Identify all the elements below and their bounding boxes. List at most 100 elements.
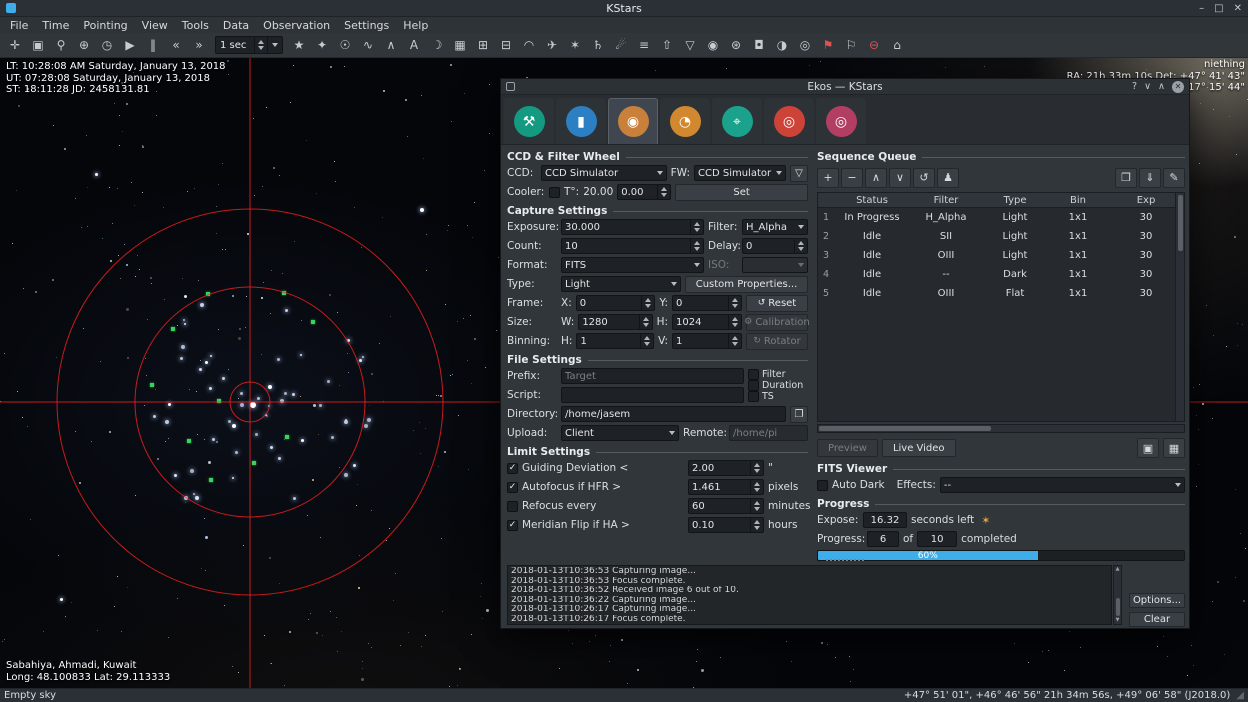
sequence-vscrollbar[interactable] — [1175, 193, 1184, 421]
upload-image-icon[interactable]: ⇧ — [656, 35, 678, 56]
calibration-button[interactable]: ⚙Calibration — [746, 314, 808, 331]
ekos-titlebar[interactable]: Ekos — KStars ? ∨ ∧ ✕ — [501, 79, 1189, 95]
bin-v-spinbox[interactable]: 1 — [672, 333, 742, 349]
limit-spinbox-2[interactable]: 60 — [688, 498, 764, 514]
up-arrow-icon[interactable] — [645, 298, 651, 302]
observatory-icon[interactable]: ⌂ — [886, 35, 908, 56]
sequence-job-row[interactable]: 5IdleOIIIFlat1x130 — [818, 284, 1184, 303]
reset-queue-button[interactable]: ↺ — [913, 168, 935, 188]
timestep-widget[interactable]: 1 sec — [215, 36, 283, 54]
down-arrow-icon[interactable] — [694, 228, 700, 232]
spin-buttons[interactable] — [639, 315, 649, 329]
deep-sky-toggle-icon[interactable]: ✦ — [311, 35, 333, 56]
limit-checkbox-1[interactable] — [507, 482, 518, 493]
custom-properties-button[interactable]: Custom Properties... — [685, 276, 808, 293]
limit-checkbox-3[interactable] — [507, 520, 518, 531]
live-video-button[interactable]: Live Video — [882, 439, 956, 457]
script-input[interactable] — [561, 387, 744, 403]
fullscreen-button[interactable]: ▣ — [1137, 438, 1159, 458]
white-flag-icon[interactable]: ⚐ — [840, 35, 862, 56]
upload-mode-select[interactable]: Client — [561, 425, 679, 441]
up-arrow-icon[interactable] — [754, 520, 760, 524]
directory-input[interactable]: /home/jasem — [561, 406, 786, 422]
spin-buttons[interactable] — [728, 334, 738, 348]
step-backward-icon[interactable]: « — [165, 35, 187, 56]
equatorial-grid-icon[interactable]: ⊞ — [472, 35, 494, 56]
sequence-job-row[interactable]: 2IdleSIILight1x130 — [818, 227, 1184, 246]
observer-button[interactable]: ♟ — [937, 168, 959, 188]
up-arrow-icon[interactable] — [732, 317, 738, 321]
count-spinbox[interactable]: 10 — [561, 238, 704, 254]
scrollbar-thumb[interactable] — [1178, 195, 1183, 251]
observation-list-icon[interactable]: ≡ — [633, 35, 655, 56]
auto-dark-checkbox[interactable] — [817, 480, 828, 491]
tab-guide[interactable]: ◎ — [816, 98, 866, 144]
resize-grip-icon[interactable]: ◢ — [1236, 691, 1244, 701]
minimize-button[interactable]: – — [1199, 3, 1204, 14]
down-arrow-icon[interactable] — [643, 323, 649, 327]
down-arrow-icon[interactable] — [644, 342, 650, 346]
stars-toggle-icon[interactable]: ★ — [288, 35, 310, 56]
filter-manager-button[interactable]: ▽ — [790, 165, 808, 182]
spin-buttons[interactable] — [750, 518, 760, 532]
up-arrow-icon[interactable] — [694, 241, 700, 245]
frame-x-spinbox[interactable]: 0 — [576, 295, 656, 311]
horizon-toggle-icon[interactable]: ◠ — [518, 35, 540, 56]
spin-buttons[interactable] — [794, 239, 804, 253]
set-time-icon[interactable]: ◷ — [96, 35, 118, 56]
menu-data[interactable]: Data — [216, 17, 256, 33]
iso-select[interactable] — [742, 257, 808, 273]
preview-button[interactable]: Preview — [817, 439, 878, 457]
menu-settings[interactable]: Settings — [337, 17, 396, 33]
comets-toggle-icon[interactable]: ☄ — [610, 35, 632, 56]
spin-buttons[interactable] — [728, 315, 738, 329]
scrollbar-thumb[interactable] — [819, 426, 991, 431]
ekos-help-button[interactable]: ? — [1132, 81, 1137, 92]
frame-type-select[interactable]: Light — [561, 276, 681, 292]
set-temperature-button[interactable]: Set — [675, 184, 808, 201]
height-spinbox[interactable]: 1024 — [672, 314, 742, 330]
sequence-hscrollbar[interactable] — [817, 424, 1185, 433]
format-select[interactable]: FITS — [561, 257, 704, 273]
remove-job-button[interactable]: − — [841, 168, 863, 188]
log-scrollbar[interactable]: ▲ ▼ — [1113, 565, 1122, 625]
tab-setup[interactable]: ⚒ — [504, 98, 554, 144]
step-forward-icon[interactable]: » — [188, 35, 210, 56]
limit-spinbox-1[interactable]: 1.461 — [688, 479, 764, 495]
constellation-art-icon[interactable]: ☽ — [426, 35, 448, 56]
find-object-icon[interactable]: ⚲ — [50, 35, 72, 56]
constellation-boundaries-icon[interactable]: ▦ — [449, 35, 471, 56]
down-arrow-icon[interactable] — [754, 507, 760, 511]
up-arrow-icon[interactable] — [798, 241, 804, 245]
menu-tools[interactable]: Tools — [175, 17, 216, 33]
spin-buttons[interactable] — [750, 461, 760, 475]
cooler-checkbox[interactable] — [549, 187, 560, 198]
up-arrow-icon[interactable] — [732, 336, 738, 340]
sequence-table[interactable]: StatusFilterTypeBinExp 1In ProgressH_Alp… — [817, 192, 1185, 422]
constellation-names-icon[interactable]: A — [403, 35, 425, 56]
set-location-icon[interactable]: ⊕ — [73, 35, 95, 56]
temperature-spinbox[interactable]: 0.00 — [617, 184, 671, 200]
down-arrow-icon[interactable] — [754, 526, 760, 530]
close-button[interactable]: ✕ — [1234, 3, 1242, 14]
remove-object-icon[interactable]: ⊖ — [863, 35, 885, 56]
sequence-job-row[interactable]: 3IdleOIIILight1x130 — [818, 246, 1184, 265]
down-arrow-icon[interactable] — [661, 193, 667, 197]
up-arrow-icon[interactable] — [643, 317, 649, 321]
filter-suffix-checkbox[interactable] — [748, 369, 759, 380]
timestep-spin-buttons[interactable] — [254, 37, 267, 53]
spin-buttons[interactable] — [728, 296, 738, 310]
up-arrow-icon[interactable] — [732, 298, 738, 302]
pause-clock-icon[interactable]: ‖ — [142, 35, 164, 56]
up-arrow-icon[interactable] — [754, 463, 760, 467]
menu-help[interactable]: Help — [396, 17, 435, 33]
spin-buttons[interactable] — [641, 296, 651, 310]
add-job-button[interactable]: + — [817, 168, 839, 188]
spin-buttons[interactable] — [750, 480, 760, 494]
options-button[interactable]: Options... — [1129, 593, 1185, 608]
ccd-select[interactable]: CCD Simulator — [541, 165, 667, 181]
width-spinbox[interactable]: 1280 — [578, 314, 652, 330]
tab-mount[interactable]: ⌖ — [712, 98, 762, 144]
maximize-button[interactable]: □ — [1214, 3, 1223, 14]
video-record-button[interactable]: ▦ — [1163, 438, 1185, 458]
